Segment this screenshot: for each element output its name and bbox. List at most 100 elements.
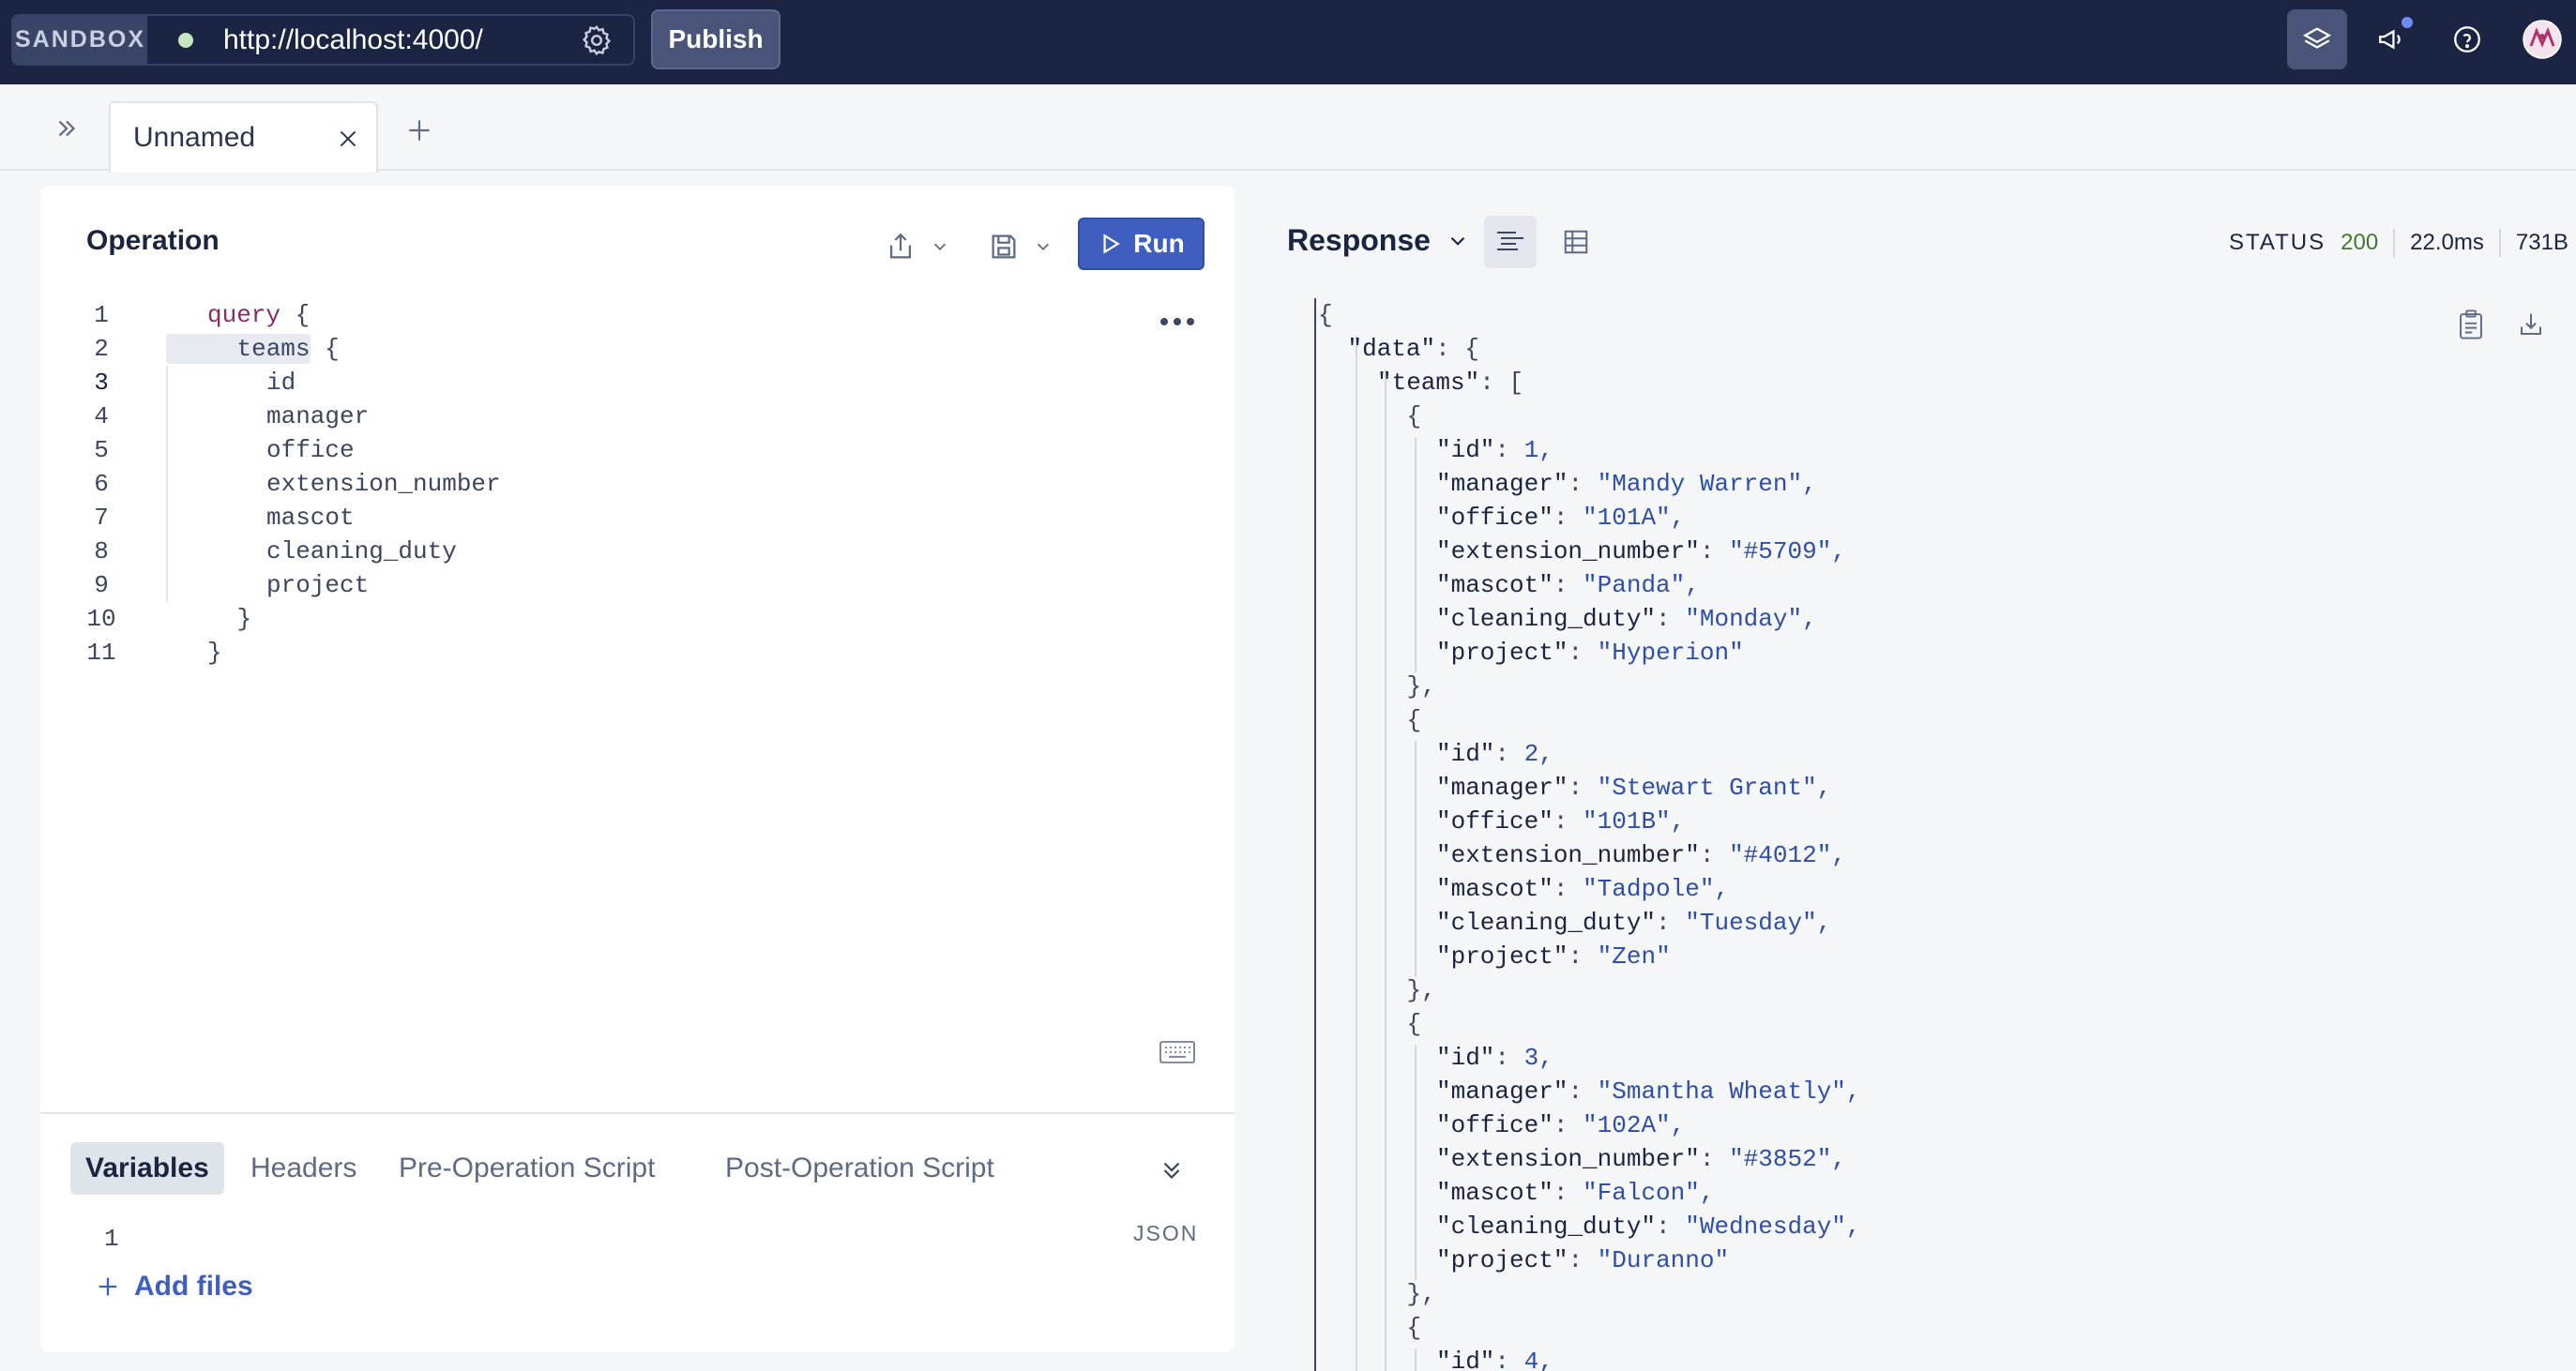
code-token: } <box>236 605 252 633</box>
json-value: [ <box>1508 369 1524 397</box>
json-line: "extension_number": "#4012", <box>1436 838 1846 872</box>
code-text: query { <box>207 298 310 332</box>
json-value: "Tadpole", <box>1583 875 1730 903</box>
code-line[interactable]: 10} <box>40 602 1166 636</box>
line-number: 6 <box>94 470 109 498</box>
add-files-button[interactable]: Add files <box>95 1266 253 1307</box>
add-tab-icon[interactable] <box>398 109 441 152</box>
json-colon: : <box>1568 1246 1598 1274</box>
json-line: "project": "Hyperion" <box>1436 636 1744 670</box>
json-key: "mascot" <box>1436 1179 1553 1207</box>
json-colon: : <box>1568 774 1598 802</box>
json-line: "manager": "Stewart Grant", <box>1436 771 1831 805</box>
json-line: "manager": "Smantha Wheatly", <box>1436 1075 1861 1108</box>
code-line[interactable]: 4 manager <box>40 399 1166 433</box>
json-key: "office" <box>1436 1111 1553 1139</box>
json-line: "manager": "Mandy Warren", <box>1436 467 1817 501</box>
operation-panel: Operation Run 1 query {2 teams {3 id 4 manage… <box>40 186 1235 1352</box>
json-colon: : <box>1435 335 1465 363</box>
schema-layers-icon[interactable] <box>2287 9 2347 69</box>
json-value: 4, <box>1523 1348 1553 1371</box>
indent-guide <box>166 433 168 467</box>
response-size: 731B <box>2515 230 2568 255</box>
code-line[interactable]: 11} <box>40 636 1166 670</box>
share-button[interactable] <box>885 225 978 268</box>
line-number: 7 <box>94 504 109 532</box>
json-colon: : <box>1699 841 1730 869</box>
operation-title: Operation <box>86 225 220 256</box>
json-line: { <box>1407 1311 1422 1345</box>
code-line[interactable]: 3 id <box>40 366 1166 399</box>
line-number: 5 <box>94 436 109 464</box>
json-line: "mascot": "Panda", <box>1436 568 1700 602</box>
response-fold-guide <box>1314 298 1316 1371</box>
json-key: "extension_number" <box>1436 537 1700 565</box>
json-line: "mascot": "Tadpole", <box>1436 872 1729 906</box>
json-view-toggle[interactable] <box>1484 216 1537 268</box>
response-viewer[interactable]: {"data": {"teams": [{"id": 1, "manager": … <box>1309 298 2528 1371</box>
indent-guide <box>166 467 168 501</box>
expand-sidebar-icon[interactable] <box>45 107 88 150</box>
json-colon: : <box>1494 436 1524 464</box>
json-line: "id": 3, <box>1436 1041 1553 1075</box>
json-value: "Monday", <box>1685 605 1817 633</box>
code-line[interactable]: 2 teams { <box>40 332 1166 366</box>
json-line: "extension_number": "#3852", <box>1436 1142 1846 1176</box>
table-view-toggle[interactable] <box>1550 216 1602 268</box>
json-key: "id" <box>1436 740 1495 768</box>
keyboard-shortcuts-icon[interactable] <box>1159 1041 1195 1063</box>
tab-bar: Unnamed <box>0 84 2576 173</box>
endpoint-url-input[interactable]: http://localhost:4000/ <box>223 24 483 56</box>
code-line[interactable]: 9 project <box>40 568 1166 602</box>
line-number: 8 <box>94 537 109 565</box>
json-value: }, <box>1406 672 1436 701</box>
connection-status-dot <box>178 33 193 48</box>
code-token: } <box>207 639 222 667</box>
tab-headers[interactable]: Headers <box>235 1142 371 1195</box>
collapse-chevrons-icon[interactable] <box>1153 1152 1190 1189</box>
json-key: "cleaning_duty" <box>1436 1213 1657 1241</box>
tab-variables[interactable]: Variables <box>70 1142 224 1195</box>
json-value: "Hyperion" <box>1597 639 1744 667</box>
close-icon[interactable] <box>333 124 363 154</box>
json-value: "Zen" <box>1597 942 1671 971</box>
response-title-dropdown[interactable]: Response <box>1287 223 1470 258</box>
json-colon: : <box>1553 504 1583 532</box>
json-key: "cleaning_duty" <box>1436 605 1657 633</box>
json-key: "id" <box>1436 1348 1495 1371</box>
json-line: "extension_number": "#5709", <box>1436 535 1846 568</box>
code-line[interactable]: 8 cleaning_duty <box>40 535 1166 568</box>
indent-guide <box>166 501 168 535</box>
code-line[interactable]: 1 query { <box>40 298 1166 332</box>
tab-title: Unnamed <box>133 122 256 153</box>
tab-unnamed[interactable]: Unnamed <box>109 101 378 173</box>
add-files-label: Add files <box>134 1271 253 1302</box>
code-text: } <box>237 602 252 636</box>
chevron-down-icon <box>1450 236 1465 246</box>
tab-pre-operation-script[interactable]: Pre-Operation Script <box>384 1142 670 1195</box>
code-text: extension_number <box>266 467 501 501</box>
json-key: "teams" <box>1377 369 1480 397</box>
json-key: "data" <box>1347 335 1436 363</box>
run-button[interactable]: Run <box>1078 218 1205 270</box>
json-value: "#3852", <box>1729 1145 1846 1173</box>
plus-icon <box>98 1277 117 1296</box>
tab-post-operation-script[interactable]: Post-Operation Script <box>710 1142 1009 1195</box>
json-value: "#4012", <box>1729 841 1846 869</box>
code-line[interactable]: 6 extension_number <box>40 467 1166 501</box>
json-key: "extension_number" <box>1436 1145 1700 1173</box>
code-line[interactable]: 7 mascot <box>40 501 1166 535</box>
code-text: id <box>266 366 295 399</box>
save-button[interactable] <box>988 225 1082 268</box>
help-icon[interactable] <box>2437 9 2497 69</box>
megaphone-icon[interactable] <box>2362 9 2422 69</box>
json-value: 2, <box>1523 740 1553 768</box>
publish-button[interactable]: Publish <box>651 9 780 69</box>
avatar[interactable] <box>2512 9 2572 69</box>
settings-gear-icon[interactable] <box>580 23 614 57</box>
variables-line-number: 1 <box>104 1225 119 1253</box>
json-key: "manager" <box>1436 1077 1568 1106</box>
response-status: STATUS 200 22.0ms 731B <box>2229 229 2568 257</box>
code-line[interactable]: 5 office <box>40 433 1166 467</box>
json-line: "office": "101B", <box>1436 805 1685 838</box>
